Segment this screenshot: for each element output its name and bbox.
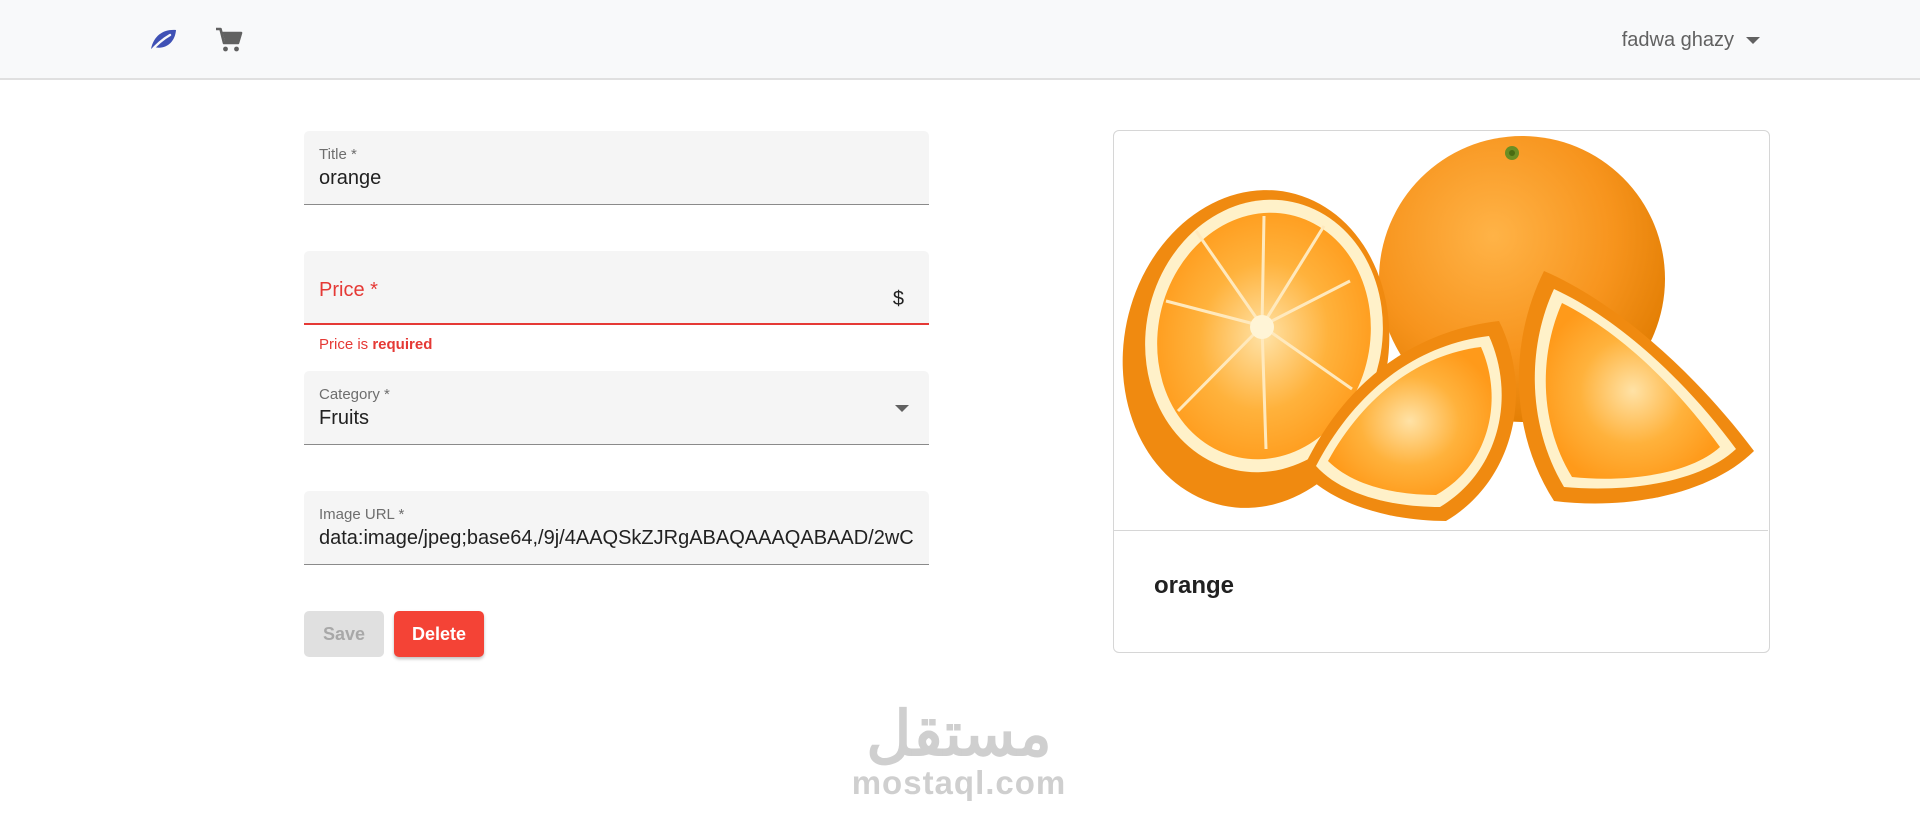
mostaql-watermark: مستقل mostaql.com xyxy=(848,700,1070,802)
category-value: Fruits xyxy=(319,407,369,429)
user-name: fadwa ghazy xyxy=(1621,28,1734,51)
category-label: Category * xyxy=(319,386,390,403)
price-error-text: Price is xyxy=(319,336,373,353)
user-menu[interactable]: fadwa ghazy xyxy=(1622,22,1760,58)
price-error-strong: required xyxy=(372,336,433,353)
watermark-latin: mostaql.com xyxy=(851,764,1067,801)
leaf-icon[interactable] xyxy=(141,18,185,62)
top-toolbar: fadwa ghazy xyxy=(0,0,1920,80)
form-actions: Save Delete xyxy=(304,611,484,657)
product-form: Title * orange Price * $ Price is requir… xyxy=(304,131,929,657)
watermark-arabic: مستقل xyxy=(866,700,1052,769)
image-url-label: Image URL * xyxy=(319,506,405,523)
image-url-field[interactable]: Image URL * data:image/jpeg;base64,/9j/4… xyxy=(304,491,929,565)
title-field[interactable]: Title * orange xyxy=(304,131,929,205)
title-label: Title * xyxy=(319,146,357,163)
category-select[interactable]: Category * Fruits xyxy=(304,371,929,445)
delete-button[interactable]: Delete xyxy=(394,611,484,657)
product-title: orange xyxy=(1154,572,1235,599)
currency-suffix: $ xyxy=(892,288,904,310)
cart-icon[interactable] xyxy=(207,18,251,62)
price-error: Price is required xyxy=(319,336,432,353)
chevron-down-icon xyxy=(1746,36,1760,44)
price-label: Price * xyxy=(319,279,378,301)
image-url-input[interactable]: data:image/jpeg;base64,/9j/4AAQSkZJRgABA… xyxy=(319,527,914,550)
product-image xyxy=(1114,131,1768,531)
save-button[interactable]: Save xyxy=(304,611,384,657)
dropdown-arrow-icon[interactable] xyxy=(895,405,909,412)
product-preview-card: orange xyxy=(1113,130,1770,653)
title-input[interactable]: orange xyxy=(319,167,914,190)
price-field[interactable] xyxy=(304,251,929,325)
